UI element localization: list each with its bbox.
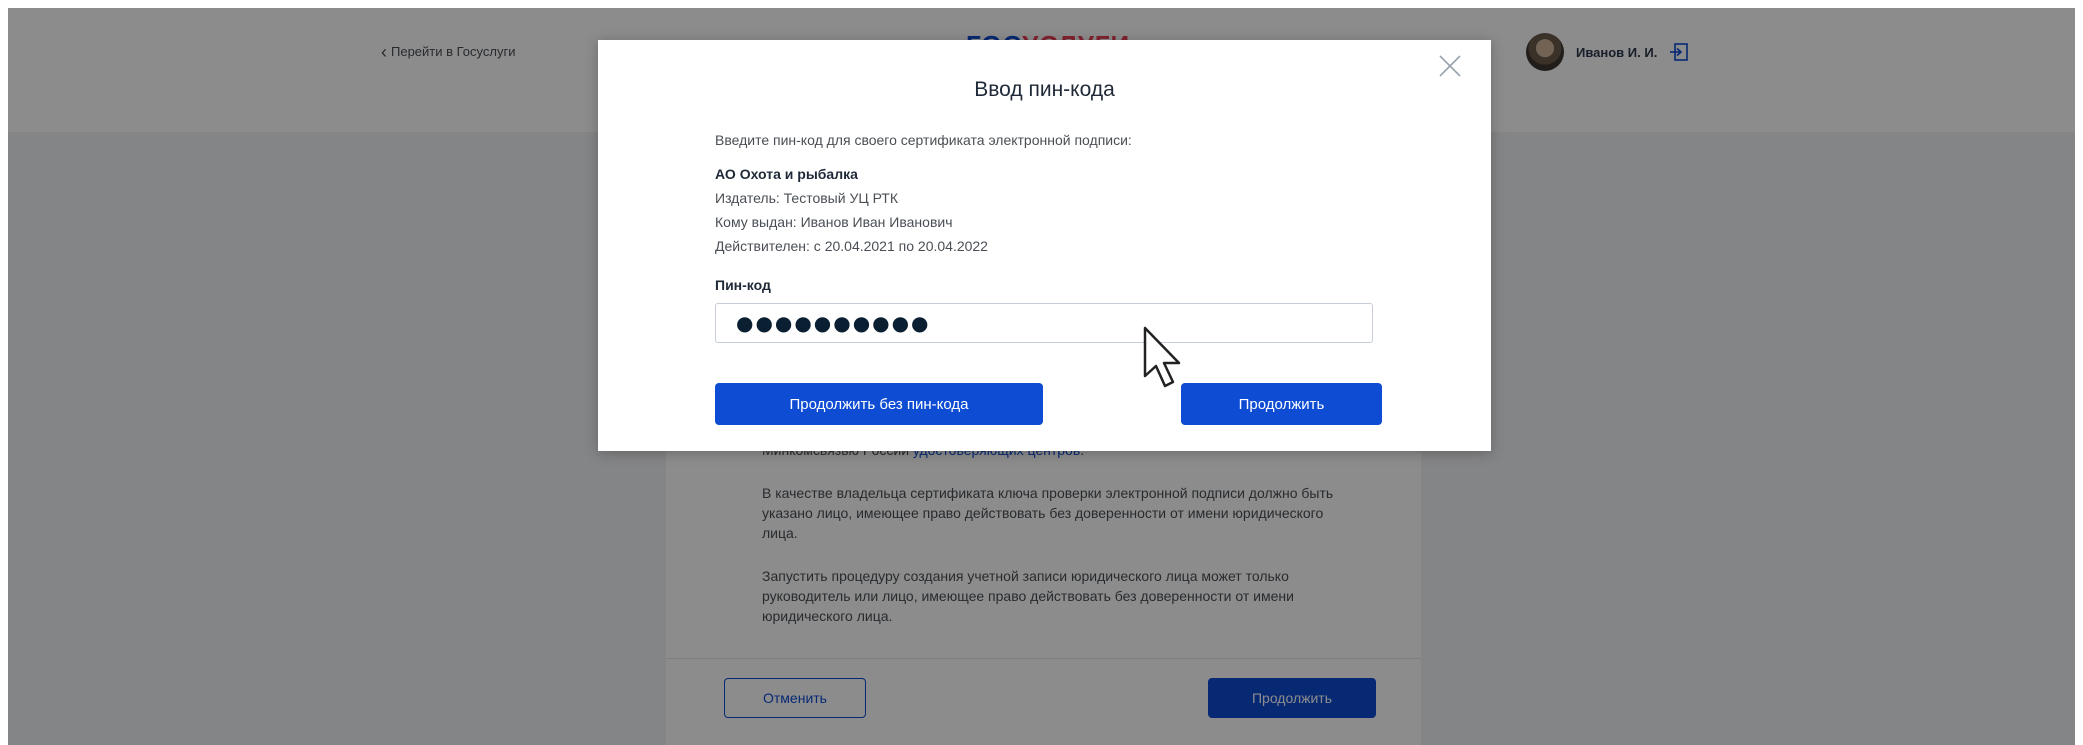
certificate-validity: Действителен: с 20.04.2021 по 20.04.2022 [715, 238, 988, 254]
pin-input[interactable] [715, 303, 1373, 343]
certificate-owner: Кому выдан: Иванов Иван Иванович [715, 214, 953, 230]
pin-field-label: Пин-код [715, 277, 771, 293]
certificate-issuer: Издатель: Тестовый УЦ РТК [715, 190, 898, 206]
screen: ‹ Перейти в Госуслуги ГОСУСЛУГИ Иванов И… [8, 8, 2075, 745]
pin-code-dialog: Ввод пин-кода Введите пин-код для своего… [598, 40, 1491, 451]
certificate-org-name: АО Охота и рыбалка [715, 166, 858, 182]
mouse-cursor-icon [1143, 326, 1181, 388]
continue-without-pin-button[interactable]: Продолжить без пин-кода [715, 383, 1043, 425]
dialog-title: Ввод пин-кода [974, 78, 1115, 101]
continue-with-pin-button[interactable]: Продолжить [1181, 383, 1382, 425]
dialog-intro: Введите пин-код для своего сертификата э… [715, 132, 1132, 148]
